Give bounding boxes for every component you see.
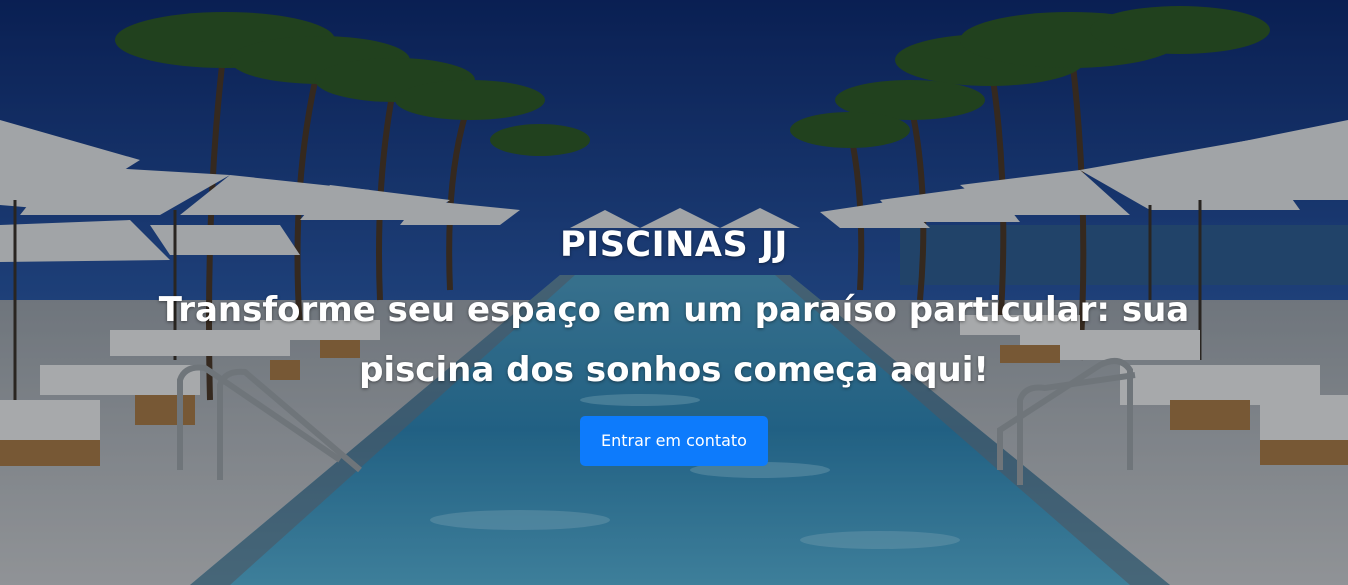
hero-content: PISCINAS JJ Transforme seu espaço em um …	[0, 218, 1348, 466]
contact-button[interactable]: Entrar em contato	[580, 416, 768, 466]
hero-tagline: Transforme seu espaço em um paraíso part…	[158, 290, 1190, 390]
brand-title: PISCINAS JJ	[560, 225, 788, 265]
hero-section: PISCINAS JJ Transforme seu espaço em um …	[0, 0, 1348, 585]
